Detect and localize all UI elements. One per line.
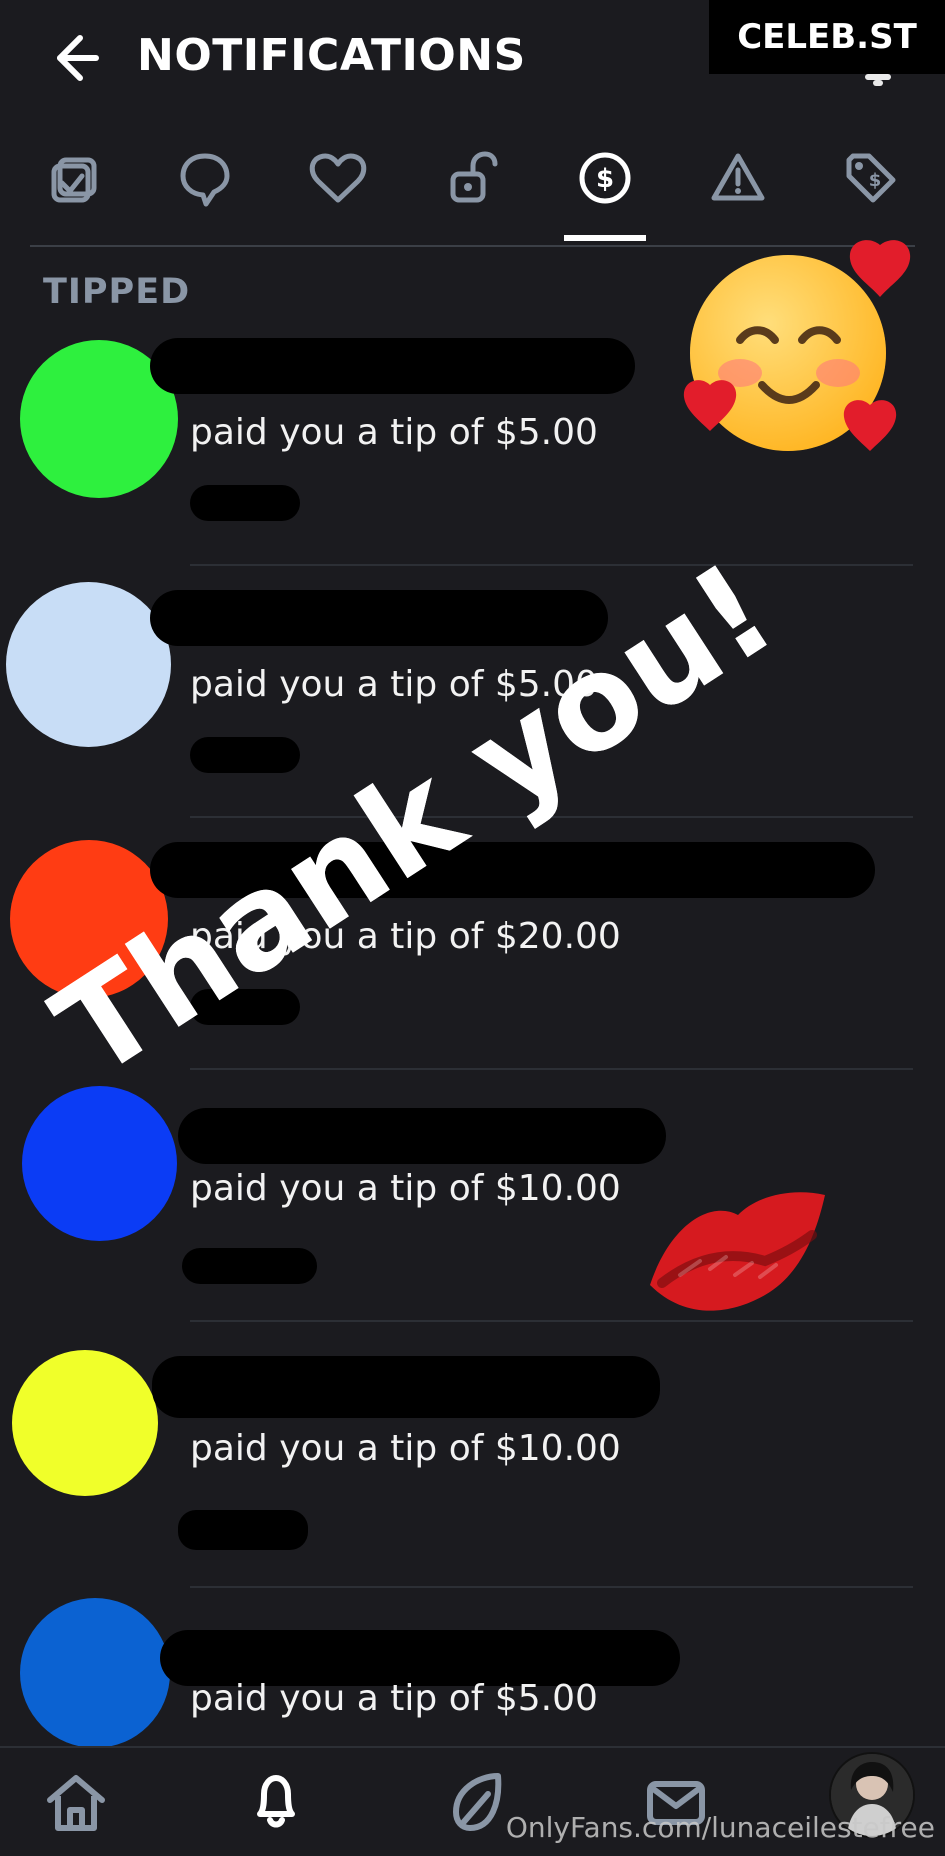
comment-icon bbox=[180, 153, 230, 207]
tab-subscriptions[interactable] bbox=[436, 135, 506, 221]
bell-icon bbox=[257, 1775, 295, 1828]
bottom-navigation: OnlyFans.com/lunaceilestefree bbox=[0, 1746, 945, 1856]
divider bbox=[190, 1586, 913, 1588]
nav-explore[interactable] bbox=[440, 1766, 512, 1838]
tip-text: paid you a tip of $5.00 bbox=[190, 1678, 598, 1719]
svg-text:$: $ bbox=[869, 170, 882, 191]
tab-alerts[interactable] bbox=[703, 135, 773, 221]
nav-home[interactable] bbox=[40, 1766, 112, 1838]
kiss-lips-icon bbox=[640, 1165, 840, 1340]
tab-promotions[interactable]: $ bbox=[836, 135, 906, 221]
avatar bbox=[12, 1350, 158, 1496]
back-button[interactable] bbox=[42, 28, 102, 88]
redacted-message bbox=[190, 485, 300, 521]
tip-text: paid you a tip of $10.00 bbox=[190, 1428, 621, 1469]
list-item[interactable]: paid you a tip of $5.00 bbox=[0, 330, 945, 582]
dollar-icon: $ bbox=[579, 152, 631, 204]
avatar bbox=[22, 1086, 177, 1241]
redacted-name bbox=[150, 590, 608, 646]
header: NOTIFICATIONS CELEB.ST bbox=[0, 0, 945, 115]
heart-icon bbox=[309, 153, 367, 203]
tag-icon: $ bbox=[846, 153, 896, 203]
avatar bbox=[20, 1598, 170, 1748]
divider bbox=[190, 564, 913, 566]
warning-icon bbox=[711, 153, 765, 201]
back-arrow-icon bbox=[57, 35, 99, 81]
tip-text: paid you a tip of $10.00 bbox=[190, 1168, 621, 1209]
brand-badge: CELEB.ST bbox=[709, 0, 945, 74]
redacted-name bbox=[152, 1356, 660, 1418]
notification-tabs: $ $ bbox=[30, 125, 915, 247]
tab-tips[interactable]: $ bbox=[564, 135, 646, 241]
page-title: NOTIFICATIONS bbox=[137, 30, 526, 81]
redacted-message bbox=[190, 737, 300, 773]
leaf-icon bbox=[453, 1773, 502, 1831]
small-settings-icon bbox=[863, 68, 893, 88]
tip-text: paid you a tip of $5.00 bbox=[190, 412, 598, 453]
redacted-message bbox=[182, 1248, 317, 1284]
redacted-name bbox=[178, 1108, 666, 1164]
checklist-icon bbox=[51, 157, 97, 203]
section-title-tipped: TIPPED bbox=[43, 272, 191, 312]
redacted-message bbox=[178, 1510, 308, 1550]
unlock-icon bbox=[450, 151, 498, 203]
redacted-name bbox=[150, 338, 635, 394]
tab-likes[interactable] bbox=[303, 135, 373, 221]
avatar bbox=[6, 582, 171, 747]
nav-notifications[interactable] bbox=[240, 1766, 312, 1838]
svg-text:$: $ bbox=[596, 164, 614, 194]
list-item[interactable]: paid you a tip of $10.00 bbox=[0, 1338, 945, 1590]
divider bbox=[190, 1068, 913, 1070]
tab-purchased[interactable] bbox=[39, 135, 109, 221]
tab-comments[interactable] bbox=[170, 135, 240, 221]
watermark-text: OnlyFans.com/lunaceilestefree bbox=[505, 1811, 935, 1844]
home-icon bbox=[47, 1775, 105, 1831]
